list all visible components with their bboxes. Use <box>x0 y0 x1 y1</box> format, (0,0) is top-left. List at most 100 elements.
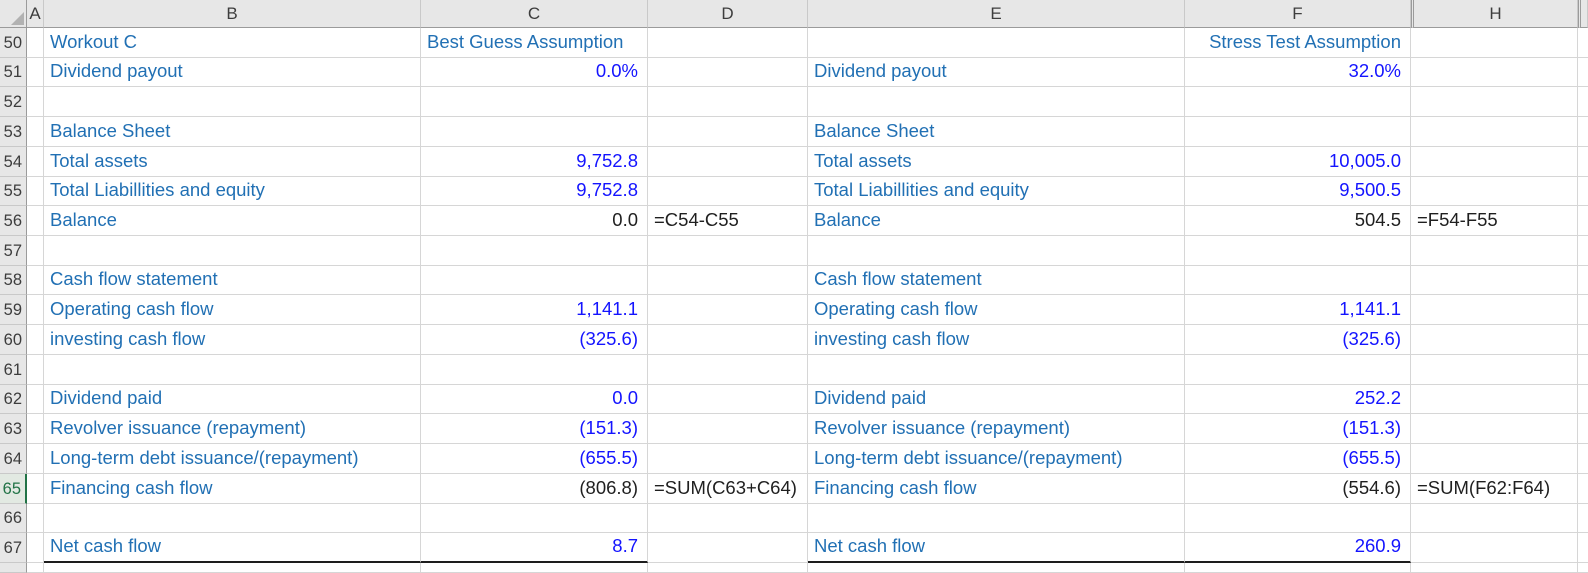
cell-C67[interactable]: 8.7 <box>421 533 648 563</box>
cell-C51[interactable]: 0.0% <box>421 58 648 88</box>
cell-F62[interactable]: 252.2 <box>1185 385 1411 415</box>
row-header-62[interactable]: 62 <box>0 385 27 415</box>
row-header-50[interactable]: 50 <box>0 28 27 58</box>
cell-E60[interactable]: investing cash flow <box>808 325 1185 355</box>
cell-E[interactable] <box>808 563 1185 573</box>
cell-edge64[interactable] <box>1578 444 1588 474</box>
cell-E58[interactable]: Cash flow statement <box>808 266 1185 296</box>
cell-A65[interactable] <box>27 474 44 504</box>
cell-A50[interactable] <box>27 28 44 58</box>
cell-edge67[interactable] <box>1578 533 1588 563</box>
cell-D60[interactable] <box>648 325 808 355</box>
row-header-63[interactable]: 63 <box>0 414 27 444</box>
cell-H63[interactable] <box>1411 414 1578 444</box>
col-header-E[interactable]: E <box>808 0 1185 28</box>
cell-E51[interactable]: Dividend payout <box>808 58 1185 88</box>
cell-H59[interactable] <box>1411 295 1578 325</box>
cell-H62[interactable] <box>1411 385 1578 415</box>
row-header-57[interactable]: 57 <box>0 236 27 266</box>
cell-B52[interactable] <box>44 87 421 117</box>
cell-B64[interactable]: Long-term debt issuance/(repayment) <box>44 444 421 474</box>
cell-edge56[interactable] <box>1578 206 1588 236</box>
cell-B55[interactable]: Total Liabillities and equity <box>44 177 421 207</box>
cell-C64[interactable]: (655.5) <box>421 444 648 474</box>
cell-edge63[interactable] <box>1578 414 1588 444</box>
row-header-51[interactable]: 51 <box>0 58 27 88</box>
cell-D53[interactable] <box>648 117 808 147</box>
cell-E52[interactable] <box>808 87 1185 117</box>
row-header-59[interactable]: 59 <box>0 295 27 325</box>
row-header-61[interactable]: 61 <box>0 355 27 385</box>
cell-F64[interactable]: (655.5) <box>1185 444 1411 474</box>
col-header-B[interactable]: B <box>44 0 421 28</box>
cell-edge[interactable] <box>1578 563 1588 573</box>
cell-B[interactable] <box>44 563 421 573</box>
cell-A67[interactable] <box>27 533 44 563</box>
col-header-A[interactable]: A <box>27 0 44 28</box>
cell-B61[interactable] <box>44 355 421 385</box>
cell-D50[interactable] <box>648 28 808 58</box>
cell-H67[interactable] <box>1411 533 1578 563</box>
cell-H51[interactable] <box>1411 58 1578 88</box>
cell-F53[interactable] <box>1185 117 1411 147</box>
cell-C62[interactable]: 0.0 <box>421 385 648 415</box>
cell-E59[interactable]: Operating cash flow <box>808 295 1185 325</box>
cell-C54[interactable]: 9,752.8 <box>421 147 648 177</box>
cell-A60[interactable] <box>27 325 44 355</box>
row-header-partial[interactable] <box>0 563 27 573</box>
row-header-65[interactable]: 65 <box>0 474 27 504</box>
cell-C50[interactable]: Best Guess Assumption <box>421 28 648 58</box>
cell-F58[interactable] <box>1185 266 1411 296</box>
cell-E54[interactable]: Total assets <box>808 147 1185 177</box>
cell-B50[interactable]: Workout C <box>44 28 421 58</box>
cell-F55[interactable]: 9,500.5 <box>1185 177 1411 207</box>
cell-H[interactable] <box>1411 563 1578 573</box>
cell-A57[interactable] <box>27 236 44 266</box>
row-header-54[interactable]: 54 <box>0 147 27 177</box>
cell-E56[interactable]: Balance <box>808 206 1185 236</box>
cell-B51[interactable]: Dividend payout <box>44 58 421 88</box>
cell-B63[interactable]: Revolver issuance (repayment) <box>44 414 421 444</box>
row-header-64[interactable]: 64 <box>0 444 27 474</box>
cell-C52[interactable] <box>421 87 648 117</box>
cell-H60[interactable] <box>1411 325 1578 355</box>
cell-C53[interactable] <box>421 117 648 147</box>
cell-F63[interactable]: (151.3) <box>1185 414 1411 444</box>
cell-E57[interactable] <box>808 236 1185 266</box>
cell-F[interactable] <box>1185 563 1411 573</box>
cell-F52[interactable] <box>1185 87 1411 117</box>
cell-C55[interactable]: 9,752.8 <box>421 177 648 207</box>
cell-D65[interactable]: =SUM(C63+C64) <box>648 474 808 504</box>
cell-H57[interactable] <box>1411 236 1578 266</box>
cell-D55[interactable] <box>648 177 808 207</box>
cell-C65[interactable]: (806.8) <box>421 474 648 504</box>
cell-E55[interactable]: Total Liabillities and equity <box>808 177 1185 207</box>
cell-E61[interactable] <box>808 355 1185 385</box>
cell-D52[interactable] <box>648 87 808 117</box>
cell-A[interactable] <box>27 563 44 573</box>
cell-H58[interactable] <box>1411 266 1578 296</box>
cell-F57[interactable] <box>1185 236 1411 266</box>
row-header-67[interactable]: 67 <box>0 533 27 563</box>
cell-F65[interactable]: (554.6) <box>1185 474 1411 504</box>
cell-edge62[interactable] <box>1578 385 1588 415</box>
cell-D54[interactable] <box>648 147 808 177</box>
cell-C58[interactable] <box>421 266 648 296</box>
cell-E65[interactable]: Financing cash flow <box>808 474 1185 504</box>
cell-edge61[interactable] <box>1578 355 1588 385</box>
cell-D59[interactable] <box>648 295 808 325</box>
cell-D64[interactable] <box>648 444 808 474</box>
cell-E66[interactable] <box>808 504 1185 534</box>
row-header-58[interactable]: 58 <box>0 266 27 296</box>
cell-C61[interactable] <box>421 355 648 385</box>
cell-A64[interactable] <box>27 444 44 474</box>
cell-A55[interactable] <box>27 177 44 207</box>
row-header-66[interactable]: 66 <box>0 504 27 534</box>
cell-edge58[interactable] <box>1578 266 1588 296</box>
cell-A58[interactable] <box>27 266 44 296</box>
cell-B56[interactable]: Balance <box>44 206 421 236</box>
cell-edge55[interactable] <box>1578 177 1588 207</box>
col-header-edge[interactable] <box>1578 0 1588 28</box>
cell-B67[interactable]: Net cash flow <box>44 533 421 563</box>
cell-C63[interactable]: (151.3) <box>421 414 648 444</box>
